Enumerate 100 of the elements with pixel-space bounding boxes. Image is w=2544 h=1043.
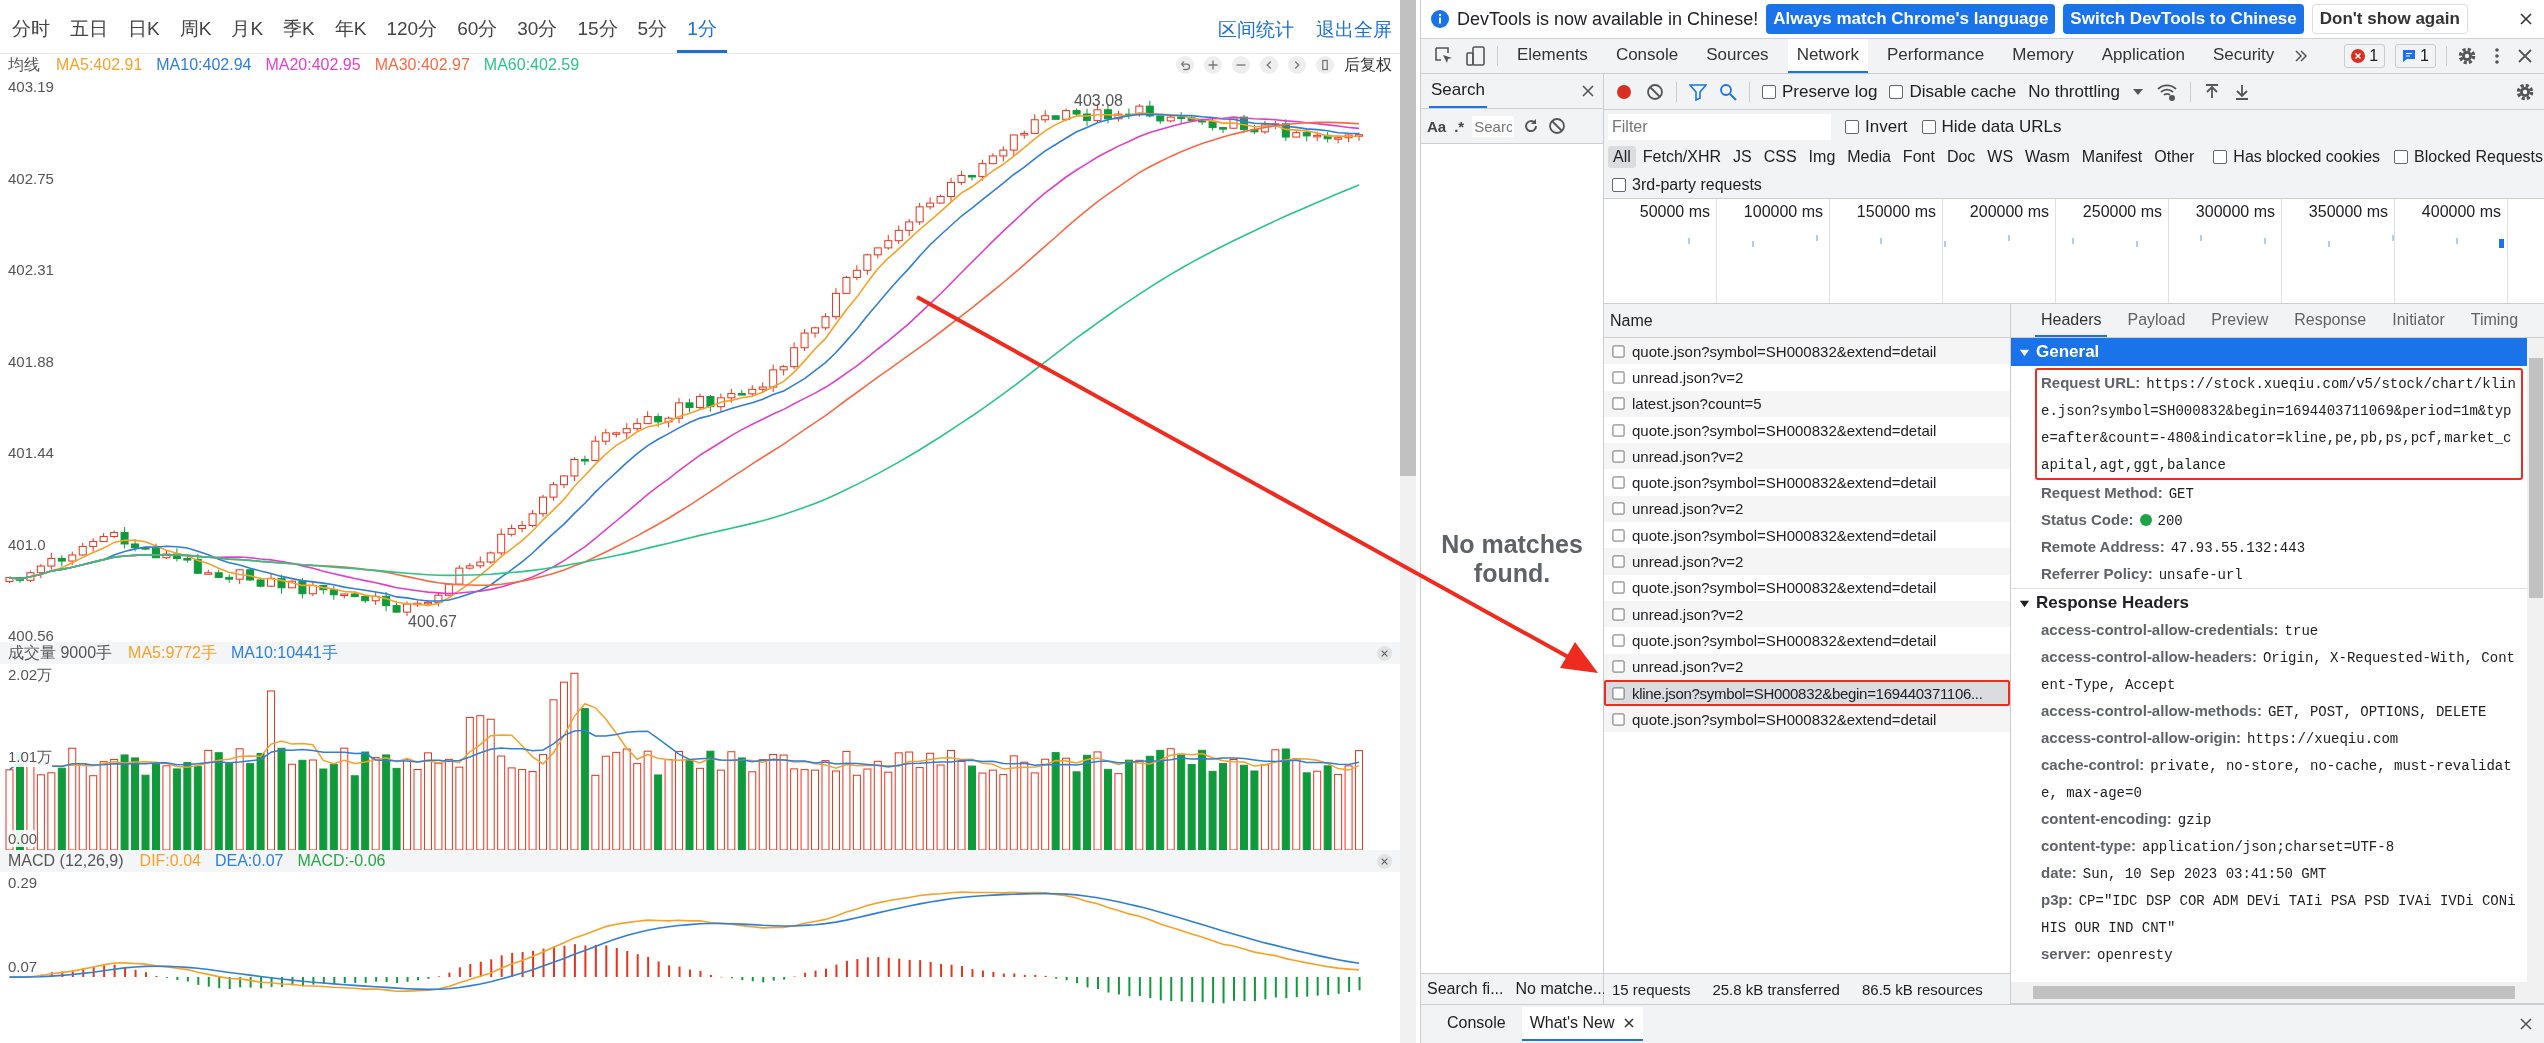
type-filter-button[interactable]: Doc <box>1941 146 1981 168</box>
devtools-tab[interactable]: Network <box>1787 39 1868 73</box>
detail-tab[interactable]: Payload <box>2121 304 2192 337</box>
request-row[interactable]: unread.json?v=2 <box>1604 443 2010 470</box>
chart-action-link[interactable]: 区间统计 <box>1196 17 1294 53</box>
close-icon[interactable] <box>1581 84 1595 98</box>
devtools-tab[interactable]: Sources <box>1697 39 1778 73</box>
regex-toggle[interactable]: .* <box>1454 117 1465 135</box>
adjust-label[interactable]: 后复权 <box>1344 54 1392 76</box>
device-icon[interactable] <box>1465 45 1487 67</box>
settings-icon[interactable] <box>2515 81 2535 102</box>
checkbox[interactable] <box>2213 150 2228 164</box>
devtools-tab[interactable]: Console <box>1606 39 1688 73</box>
request-row[interactable]: quote.json?symbol=SH000832&extend=detail <box>1604 522 2010 549</box>
period-tab[interactable]: 季K <box>273 16 325 53</box>
period-tab[interactable]: 五日 <box>60 16 118 53</box>
chevron-right-icon[interactable] <box>1288 56 1306 74</box>
drawer-tab[interactable]: Console <box>1439 1007 1514 1041</box>
clear-icon[interactable] <box>1548 117 1567 135</box>
clear-icon[interactable] <box>1646 82 1664 101</box>
type-filter-button[interactable]: Media <box>1842 146 1896 168</box>
candle-icon[interactable] <box>1316 56 1334 74</box>
close-icon[interactable] <box>2519 1017 2533 1031</box>
request-row[interactable]: quote.json?symbol=SH000832&extend=detail <box>1604 338 2010 365</box>
period-tab[interactable]: 60分 <box>447 16 508 53</box>
throttling-dropdown[interactable]: No throttling <box>2028 81 2120 102</box>
undo-icon[interactable] <box>1176 56 1194 74</box>
close-icon[interactable] <box>2519 12 2533 26</box>
detail-tab[interactable]: Initiator <box>2386 304 2451 337</box>
type-filter-button[interactable]: All <box>1608 146 1636 168</box>
request-row[interactable]: quote.json?symbol=SH000832&extend=detail <box>1604 416 2010 444</box>
request-row[interactable]: quote.json?symbol=SH000832&extend=detail <box>1604 706 2010 733</box>
type-filter-button[interactable]: WS <box>1982 146 2019 168</box>
type-filter-button[interactable]: CSS <box>1758 146 1802 168</box>
checkbox[interactable] <box>1845 119 1859 134</box>
message-badge[interactable]: 1 <box>2395 44 2436 68</box>
checkbox[interactable] <box>1762 84 1776 99</box>
general-section-header[interactable]: General <box>2011 338 2527 366</box>
period-tab[interactable]: 日K <box>118 16 170 53</box>
request-row[interactable]: unread.json?v=2 <box>1604 600 2010 628</box>
scrollbar[interactable] <box>2011 982 2544 1004</box>
filter-field[interactable]: Filter <box>1608 113 1831 140</box>
request-row[interactable]: latest.json?count=5 <box>1604 390 2010 417</box>
period-tab[interactable]: 分时 <box>2 16 60 53</box>
request-row[interactable]: quote.json?symbol=SH000832&extend=detail <box>1604 574 2010 601</box>
response-headers-section-header[interactable]: Response Headers <box>2011 588 2527 617</box>
request-row[interactable]: kline.json?symbol=SH000832&begin=169440371106... <box>1604 679 2010 707</box>
close-icon[interactable] <box>1622 1017 1635 1029</box>
infobar-button[interactable]: Switch DevTools to Chinese <box>2063 4 2304 34</box>
devtools-tab[interactable]: Memory <box>2003 39 2083 73</box>
type-filter-button[interactable]: Font <box>1897 146 1940 168</box>
type-filter-button[interactable]: Manifest <box>2076 146 2148 168</box>
period-tab[interactable]: 年K <box>324 16 377 53</box>
chart-action-link[interactable]: 退出全屏 <box>1294 17 1392 53</box>
scrollbar[interactable] <box>1400 0 1416 1043</box>
devtools-tab[interactable]: Security <box>2203 39 2284 73</box>
type-filter-button[interactable]: Img <box>1803 146 1841 168</box>
request-row[interactable]: unread.json?v=2 <box>1604 364 2010 391</box>
checkbox[interactable] <box>1612 177 1626 192</box>
settings-icon[interactable] <box>2457 46 2477 66</box>
close-icon[interactable] <box>2517 48 2533 64</box>
request-row[interactable]: quote.json?symbol=SH000832&extend=detail <box>1604 627 2010 654</box>
period-tab[interactable]: 周K <box>169 16 222 53</box>
period-tab[interactable]: 30分 <box>507 16 568 53</box>
infobar-button[interactable]: Don't show again <box>2311 4 2468 34</box>
request-row[interactable]: unread.json?v=2 <box>1604 495 2010 523</box>
type-filter-button[interactable]: JS <box>1728 146 1757 168</box>
detail-tab[interactable]: Timing <box>2464 304 2525 337</box>
period-tab[interactable]: 1分 <box>677 16 727 53</box>
name-column-header[interactable]: Name <box>1604 304 2010 338</box>
more-tabs-icon[interactable] <box>2293 48 2310 64</box>
filter-icon[interactable] <box>1689 82 1707 101</box>
period-tab[interactable]: 5分 <box>627 16 678 53</box>
error-badge[interactable]: 1 <box>2344 44 2386 68</box>
checkbox[interactable] <box>2394 150 2409 164</box>
type-filter-button[interactable]: Other <box>2149 146 2200 168</box>
period-tab[interactable]: 月K <box>221 16 274 53</box>
scrollbar[interactable] <box>2527 338 2544 982</box>
detail-tab[interactable]: Response <box>2288 304 2373 337</box>
zoom-in-icon[interactable] <box>1204 56 1222 74</box>
checkbox[interactable] <box>1921 119 1936 134</box>
type-filter-button[interactable]: Wasm <box>2020 146 2075 168</box>
timeline-overview[interactable]: 50000 ms 100000 ms 150000 ms 200000 ms 250000 ms 300000 ms 350000 ms 400000 ms <box>1604 199 2544 304</box>
zoom-out-icon[interactable] <box>1232 56 1250 74</box>
devtools-tab[interactable]: Elements <box>1508 39 1597 73</box>
request-row[interactable]: quote.json?symbol=SH000832&extend=detail <box>1604 469 2010 496</box>
search-icon[interactable] <box>1719 82 1737 101</box>
devtools-tab[interactable]: Performance <box>1878 39 1994 73</box>
detail-tab[interactable]: Preview <box>2205 304 2275 337</box>
request-row[interactable]: unread.json?v=2 <box>1604 548 2010 575</box>
match-case-toggle[interactable]: Aa <box>1427 117 1447 135</box>
type-filter-button[interactable]: Fetch/XHR <box>1637 146 1727 168</box>
infobar-button[interactable]: Always match Chrome's language <box>1766 4 2056 34</box>
period-tab[interactable]: 120分 <box>376 16 448 53</box>
devtools-tab[interactable]: Application <box>2092 39 2194 73</box>
request-row[interactable]: unread.json?v=2 <box>1604 653 2010 680</box>
detail-tab[interactable]: Headers <box>2035 304 2108 337</box>
period-tab[interactable]: 15分 <box>567 16 628 53</box>
drawer-tab[interactable]: What's New <box>1521 1007 1643 1041</box>
search-field[interactable]: Searc <box>1472 115 1515 137</box>
